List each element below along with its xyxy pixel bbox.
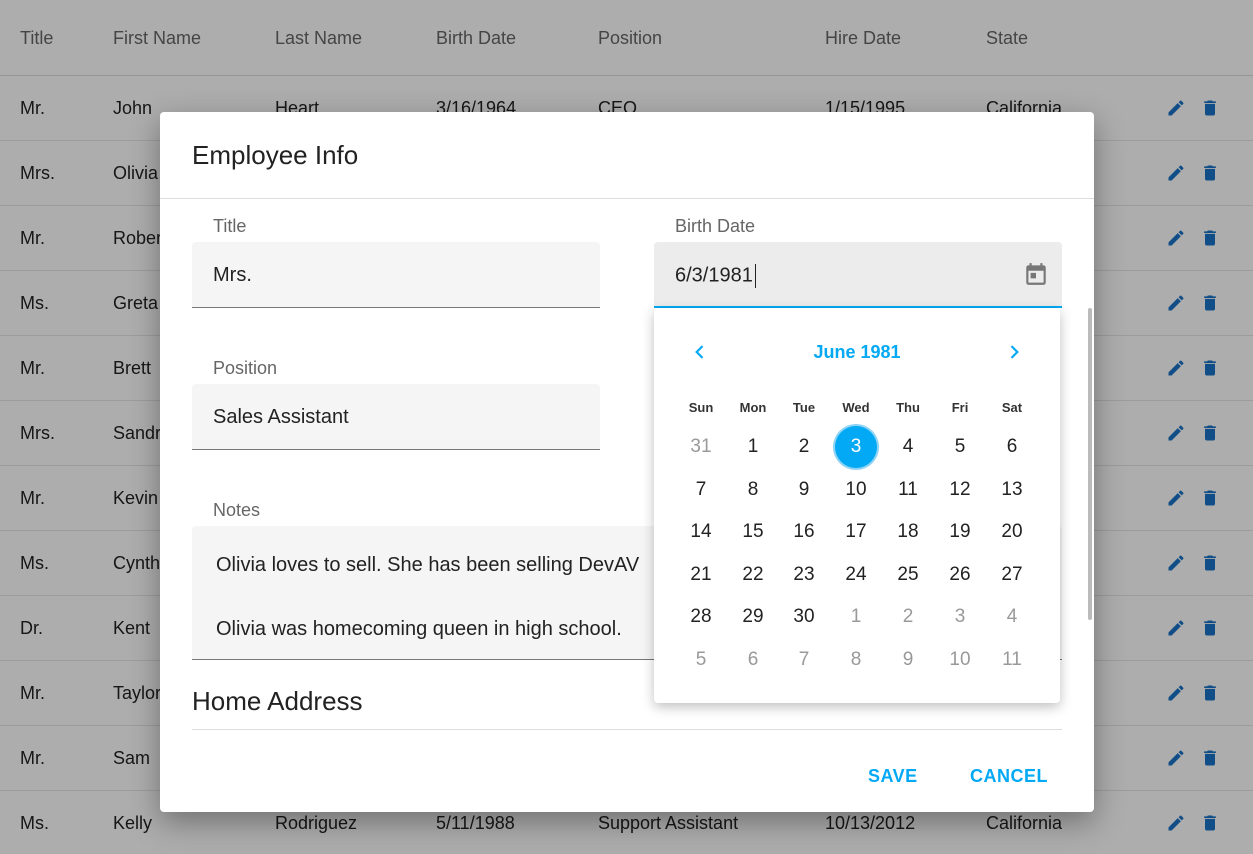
calendar-day[interactable]: 15	[732, 511, 774, 553]
calendar-day[interactable]: 11	[991, 639, 1033, 681]
dialog-scrollbar[interactable]	[1088, 308, 1092, 620]
calendar-day[interactable]: 24	[835, 554, 877, 596]
birth-date-label: Birth Date	[675, 216, 756, 236]
calendar-day[interactable]: 14	[680, 511, 722, 553]
calendar-day[interactable]: 21	[680, 554, 722, 596]
weekday-header: Tue	[792, 400, 816, 415]
position-field[interactable]: Sales Assistant	[192, 384, 600, 450]
calendar-day[interactable]: 22	[732, 554, 774, 596]
save-button[interactable]: SAVE	[868, 766, 918, 787]
weekday-header: Sat	[1001, 400, 1023, 415]
calendar-day[interactable]: 19	[939, 511, 981, 553]
weekday-header: Fri	[951, 400, 969, 415]
calendar-day[interactable]: 8	[835, 639, 877, 681]
calendar-day[interactable]: 1	[835, 596, 877, 638]
calendar-day[interactable]: 6	[991, 426, 1033, 468]
notes-line: Olivia loves to sell. She has been selli…	[216, 554, 640, 576]
calendar-day[interactable]: 13	[991, 469, 1033, 511]
cancel-button[interactable]: CANCEL	[970, 766, 1048, 787]
calendar-day[interactable]: 29	[732, 596, 774, 638]
weekday-header: Wed	[842, 400, 870, 415]
notes-label: Notes	[213, 500, 261, 520]
calendar-day[interactable]: 25	[887, 554, 929, 596]
calendar-icon[interactable]	[1022, 260, 1050, 288]
calendar-caption[interactable]: June 1981	[654, 342, 1060, 363]
calendar-day[interactable]: 1	[732, 426, 774, 468]
home-address-heading: Home Address	[192, 686, 363, 716]
calendar-day[interactable]: 7	[783, 639, 825, 681]
calendar-day-selected[interactable]: 3	[835, 426, 877, 468]
calendar-day[interactable]: 28	[680, 596, 722, 638]
section-divider	[192, 729, 1062, 730]
chevron-right-icon[interactable]	[1002, 340, 1026, 364]
calendar-day[interactable]: 7	[680, 469, 722, 511]
title-field[interactable]: Mrs.	[192, 242, 600, 308]
text-caret	[754, 264, 756, 288]
calendar-popup: June 1981 Sun Mon Tue Wed Thu Fri Sat 31 1 2 3 4 5 6 7…	[654, 308, 1060, 703]
weekday-header: Mon	[739, 400, 767, 415]
calendar-day[interactable]: 8	[732, 469, 774, 511]
calendar-day[interactable]: 2	[783, 426, 825, 468]
weekday-header: Thu	[896, 400, 920, 415]
title-value: Mrs.	[213, 264, 252, 286]
calendar-day[interactable]: 20	[991, 511, 1033, 553]
calendar-day[interactable]: 31	[680, 426, 722, 468]
calendar-day[interactable]: 26	[939, 554, 981, 596]
calendar-day[interactable]: 5	[939, 426, 981, 468]
calendar-day[interactable]: 11	[887, 469, 929, 511]
calendar-day[interactable]: 4	[887, 426, 929, 468]
weekday-header: Sun	[688, 400, 714, 415]
calendar-day[interactable]: 10	[939, 639, 981, 681]
calendar-day[interactable]: 4	[991, 596, 1033, 638]
calendar-day[interactable]: 6	[732, 639, 774, 681]
calendar-day[interactable]: 30	[783, 596, 825, 638]
position-label: Position	[213, 358, 278, 378]
calendar-day[interactable]: 27	[991, 554, 1033, 596]
dialog-title: Employee Info	[192, 140, 359, 170]
calendar-day[interactable]: 10	[835, 469, 877, 511]
calendar-day[interactable]: 12	[939, 469, 981, 511]
calendar-day[interactable]: 17	[835, 511, 877, 553]
title-label: Title	[213, 216, 247, 236]
calendar-day[interactable]: 9	[887, 639, 929, 681]
notes-line: Olivia was homecoming queen in high scho…	[216, 618, 622, 640]
birth-date-text: 6/3/1981	[675, 264, 753, 287]
dialog-divider	[160, 198, 1094, 199]
calendar-day[interactable]: 9	[783, 469, 825, 511]
calendar-day[interactable]: 2	[887, 596, 929, 638]
calendar-day[interactable]: 3	[939, 596, 981, 638]
position-value: Sales Assistant	[213, 406, 349, 428]
calendar-day[interactable]: 18	[887, 511, 929, 553]
birth-date-value: 6/3/1981	[675, 264, 756, 288]
calendar-day[interactable]: 16	[783, 511, 825, 553]
calendar-day[interactable]: 23	[783, 554, 825, 596]
birth-date-field[interactable]: 6/3/1981	[654, 242, 1062, 308]
calendar-day[interactable]: 5	[680, 639, 722, 681]
